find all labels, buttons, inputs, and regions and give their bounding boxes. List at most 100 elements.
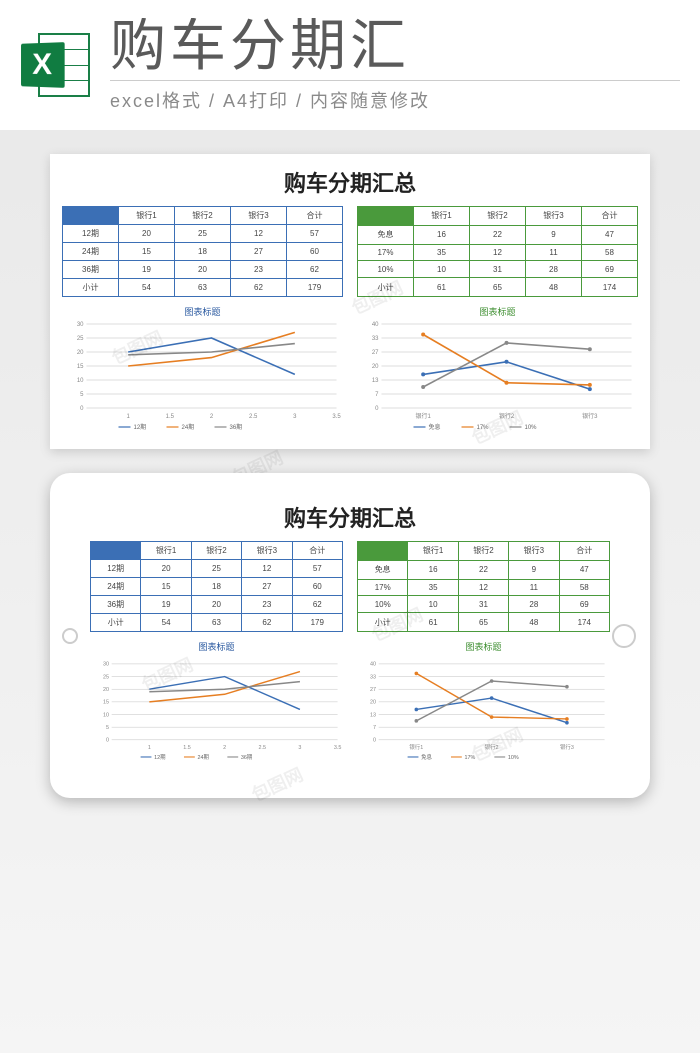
svg-text:25: 25 xyxy=(103,674,109,680)
col-header: 银行2 xyxy=(470,207,526,226)
svg-text:36期: 36期 xyxy=(241,754,252,761)
svg-text:24期: 24期 xyxy=(182,423,195,430)
cell: 9 xyxy=(509,560,559,579)
cell: 31 xyxy=(470,261,526,278)
cell: 9 xyxy=(526,225,582,244)
table-row: 10%10312869 xyxy=(358,261,638,278)
cell: 179 xyxy=(292,614,342,632)
row-label: 12期 xyxy=(91,560,141,578)
svg-text:银行2: 银行2 xyxy=(499,412,515,420)
svg-text:36期: 36期 xyxy=(230,423,243,430)
svg-text:银行3: 银行3 xyxy=(582,412,598,420)
table-corner xyxy=(63,207,119,225)
cell: 62 xyxy=(231,279,287,297)
col-header: 银行3 xyxy=(509,542,559,561)
svg-text:27: 27 xyxy=(370,687,376,693)
chart-title: 图表标题 xyxy=(357,305,638,318)
template-preview-tablet: 购车分期汇总 银行1银行2银行3合计 12期20251257 24期151827… xyxy=(50,473,650,798)
table-row: 小计546362179 xyxy=(63,279,343,297)
cell: 20 xyxy=(191,596,241,614)
cell: 60 xyxy=(287,243,343,261)
svg-text:24期: 24期 xyxy=(198,754,209,761)
table-row: 36期19202362 xyxy=(63,261,343,279)
svg-text:15: 15 xyxy=(77,364,84,370)
col-header: 银行2 xyxy=(175,207,231,225)
sub-title: excel格式 / A4打印 / 内容随意修改 xyxy=(110,80,680,113)
chart-left: 图表标题 05101520253011.522.533.512期24期36期 xyxy=(62,305,343,435)
col-header: 银行1 xyxy=(408,542,458,561)
row-label: 36期 xyxy=(91,596,141,614)
cell: 69 xyxy=(559,596,609,613)
cell: 15 xyxy=(119,243,175,261)
cell: 10 xyxy=(408,596,458,613)
cell: 23 xyxy=(242,596,292,614)
svg-text:13: 13 xyxy=(372,378,379,384)
svg-text:1: 1 xyxy=(148,745,151,751)
cell: 11 xyxy=(526,244,582,261)
cell: 61 xyxy=(408,613,458,632)
cell: 12 xyxy=(458,579,508,596)
chart-right: 图表标题 071320273340银行1银行2银行3免息17%10% xyxy=(357,305,638,435)
excel-icon: X xyxy=(20,29,92,101)
cell: 174 xyxy=(559,613,609,632)
table-green: 银行1银行2银行3合计 免息1622947 17%35121158 10%103… xyxy=(357,541,610,632)
cell: 58 xyxy=(559,579,609,596)
svg-text:10: 10 xyxy=(77,378,84,384)
table-corner xyxy=(358,207,414,226)
row-label: 10% xyxy=(358,261,414,278)
sheet-title: 购车分期汇总 xyxy=(90,501,610,533)
svg-text:免息: 免息 xyxy=(421,753,432,761)
cell: 20 xyxy=(119,225,175,243)
tables-row: 银行1 银行2 银行3 合计 12期20251257 24期15182760 3… xyxy=(62,206,638,297)
row-label: 小计 xyxy=(91,614,141,632)
row-label: 36期 xyxy=(63,261,119,279)
svg-text:1.5: 1.5 xyxy=(183,745,191,751)
cell: 25 xyxy=(175,225,231,243)
col-header: 合计 xyxy=(582,207,638,226)
table-row: 银行1 银行2 银行3 合计 xyxy=(358,207,638,226)
table-blue: 银行1 银行2 银行3 合计 12期20251257 24期15182760 3… xyxy=(62,206,343,297)
col-header: 银行1 xyxy=(141,542,191,560)
cell: 28 xyxy=(526,261,582,278)
svg-text:银行1: 银行1 xyxy=(409,743,423,751)
col-header: 银行1 xyxy=(119,207,175,225)
svg-text:33: 33 xyxy=(370,674,376,680)
page-header: X 购车分期汇 excel格式 / A4打印 / 内容随意修改 xyxy=(0,0,700,130)
svg-text:10%: 10% xyxy=(525,425,538,430)
svg-text:13: 13 xyxy=(370,712,376,718)
line-chart-right: 071320273340银行1银行2银行3免息17%10% xyxy=(357,320,638,430)
cell: 12 xyxy=(242,560,292,578)
col-header: 银行3 xyxy=(242,542,292,560)
cell: 22 xyxy=(470,225,526,244)
svg-text:5: 5 xyxy=(106,725,109,731)
row-label: 小计 xyxy=(358,278,414,297)
cell: 15 xyxy=(141,578,191,596)
col-header: 合计 xyxy=(287,207,343,225)
svg-text:3: 3 xyxy=(298,745,301,751)
charts-row: 图表标题 05101520253011.522.533.512期24期36期 图… xyxy=(90,640,610,770)
cell: 18 xyxy=(175,243,231,261)
svg-text:0: 0 xyxy=(80,406,84,412)
cell: 69 xyxy=(582,261,638,278)
svg-text:3.5: 3.5 xyxy=(332,414,341,420)
cell: 11 xyxy=(509,579,559,596)
table-green: 银行1 银行2 银行3 合计 免息1622947 17%35121158 10%… xyxy=(357,206,638,297)
cell: 65 xyxy=(458,613,508,632)
svg-text:10: 10 xyxy=(103,712,109,718)
cell: 35 xyxy=(408,579,458,596)
cell: 62 xyxy=(242,614,292,632)
cell: 20 xyxy=(175,261,231,279)
table-row: 24期15182760 xyxy=(63,243,343,261)
cell: 62 xyxy=(292,596,342,614)
svg-text:40: 40 xyxy=(372,322,379,328)
cell: 19 xyxy=(141,596,191,614)
row-label: 小计 xyxy=(63,279,119,297)
col-header: 银行2 xyxy=(458,542,508,561)
chart-title: 图表标题 xyxy=(90,640,343,653)
cell: 65 xyxy=(470,278,526,297)
cell: 10 xyxy=(414,261,470,278)
svg-text:2: 2 xyxy=(210,414,214,420)
row-label: 17% xyxy=(358,579,408,596)
svg-text:5: 5 xyxy=(80,392,84,398)
svg-text:7: 7 xyxy=(373,725,376,731)
